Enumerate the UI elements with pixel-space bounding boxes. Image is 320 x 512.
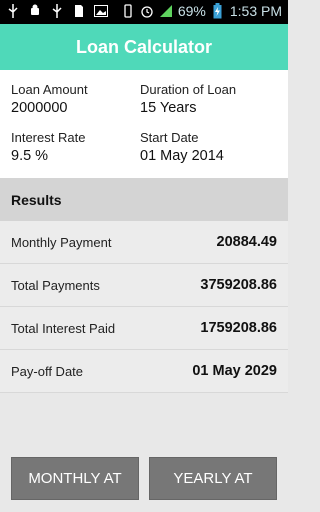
payoff-date-row: Pay-off Date 01 May 2029 <box>0 350 288 393</box>
battery-percent: 69% <box>177 3 206 19</box>
sd-card-icon <box>72 4 86 18</box>
interest-rate-field[interactable]: Interest Rate 9.5 % <box>11 130 85 164</box>
monthly-payment-row: Monthly Payment 20884.49 <box>0 221 288 264</box>
loan-details-panel: Loan Amount 2000000 Duration of Loan 15 … <box>0 70 288 178</box>
result-label: Pay-off Date <box>11 363 84 379</box>
vibrate-icon <box>121 4 135 18</box>
interest-rate-value: 9.5 % <box>11 148 49 164</box>
status-right: 69% 1:53 PM <box>121 3 282 19</box>
start-date-value: 01 May 2014 <box>140 148 224 164</box>
result-value: 3759208.86 <box>200 277 277 293</box>
duration-label: Duration of Loan <box>140 82 237 97</box>
loan-amount-value: 2000000 <box>11 100 68 116</box>
start-date-label: Start Date <box>140 130 199 145</box>
total-payments-row: Total Payments 3759208.86 <box>0 264 288 307</box>
image-icon <box>94 4 108 18</box>
signal-icon <box>159 4 173 18</box>
yearly-amortization-button[interactable]: YEARLY AT <box>149 457 277 500</box>
monthly-amortization-button[interactable]: MONTHLY AT <box>11 457 139 500</box>
interest-rate-label: Interest Rate <box>11 130 86 145</box>
battery-charging-icon <box>211 3 225 19</box>
total-interest-row: Total Interest Paid 1759208.86 <box>0 307 288 350</box>
results-heading: Results <box>11 191 62 208</box>
loan-amount-field[interactable]: Loan Amount 2000000 <box>11 82 88 116</box>
result-label: Monthly Payment <box>11 234 112 250</box>
result-value: 01 May 2029 <box>192 363 277 379</box>
clock: 1:53 PM <box>229 3 282 19</box>
alarm-icon <box>140 4 154 18</box>
duration-value: 15 Years <box>140 100 197 116</box>
result-label: Total Payments <box>11 277 100 293</box>
loan-amount-label: Loan Amount <box>11 82 88 97</box>
result-label: Total Interest Paid <box>11 320 116 336</box>
results-list: Monthly Payment 20884.49 Total Payments … <box>0 221 288 393</box>
usb-icon <box>6 4 20 18</box>
results-header: Results <box>0 178 288 221</box>
app-bar: Loan Calculator <box>0 24 288 70</box>
page-title: Loan Calculator <box>75 36 213 57</box>
result-value: 20884.49 <box>216 234 277 250</box>
start-date-field[interactable]: Start Date 01 May 2014 <box>140 130 224 164</box>
status-bar: 69% 1:53 PM <box>0 0 288 24</box>
duration-field[interactable]: Duration of Loan 15 Years <box>140 82 236 116</box>
result-value: 1759208.86 <box>200 320 277 336</box>
android-debug-icon <box>28 4 42 18</box>
notification-icons <box>6 4 108 18</box>
usb-icon <box>50 4 64 18</box>
